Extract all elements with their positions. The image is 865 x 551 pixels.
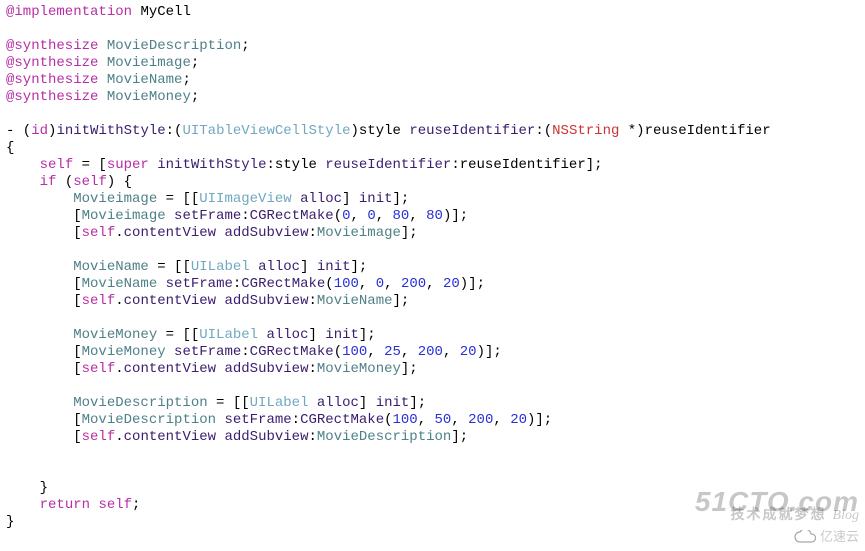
money-var2: MovieMoney (82, 344, 166, 360)
synth-2: MovieName (107, 72, 183, 88)
sel-init2: init (317, 259, 351, 275)
n-n0: 100 (334, 276, 359, 292)
sel-alloc1: alloc (300, 191, 342, 207)
kw-self1: self (40, 157, 74, 173)
kw-synth2: @synthesize (6, 55, 98, 71)
n-i3: 80 (426, 208, 443, 224)
sel-setFrame2: setFrame (166, 276, 233, 292)
n-m1: 25 (384, 344, 401, 360)
sel-init3: init (325, 327, 359, 343)
cg3: CGRectMake (250, 344, 334, 360)
kw-self7: self (98, 497, 132, 513)
n-d2: 200 (468, 412, 493, 428)
img-var: Movieimage (73, 191, 157, 207)
sel-cv1: contentView (124, 225, 216, 241)
name-var2: MovieName (82, 276, 158, 292)
sel-cv4: contentView (124, 429, 216, 445)
sel-initWithStyle: initWithStyle (56, 123, 165, 139)
img-var2: Movieimage (82, 208, 166, 224)
type-nsstring: NSString (552, 123, 619, 139)
n-m3: 20 (460, 344, 477, 360)
kw-self6: self (82, 429, 116, 445)
kw-synth3: @synthesize (6, 72, 98, 88)
kw-impl: @implementation (6, 4, 132, 20)
n-d1: 50 (435, 412, 452, 428)
desc-var2: MovieDescription (82, 412, 216, 428)
name-var: MovieName (73, 259, 149, 275)
kw-synth1: @synthesize (6, 38, 98, 54)
kw-return: return (40, 497, 90, 513)
kw-synth4: @synthesize (6, 89, 98, 105)
arg-reuse: reuseIdentifier (645, 123, 771, 139)
n-m0: 100 (342, 344, 367, 360)
sel-alloc2: alloc (258, 259, 300, 275)
n-i0: 0 (342, 208, 350, 224)
sel-initWithStyle2: initWithStyle (157, 157, 266, 173)
sel-add2: addSubview (224, 293, 308, 309)
kw-self5: self (82, 361, 116, 377)
synth-1: Movieimage (107, 55, 191, 71)
kw-self3: self (82, 225, 116, 241)
sel-cv2: contentView (124, 293, 216, 309)
kw-if: if (40, 174, 57, 190)
n-d0: 100 (393, 412, 418, 428)
n-n1: 0 (376, 276, 384, 292)
cg4: CGRectMake (300, 412, 384, 428)
n-n2: 200 (401, 276, 426, 292)
synth-3: MovieMoney (107, 89, 191, 105)
sel-alloc4: alloc (317, 395, 359, 411)
sel-add1: addSubview (224, 225, 308, 241)
desc-var: MovieDescription (73, 395, 207, 411)
n-n3: 20 (443, 276, 460, 292)
desc-cls: UILabel (250, 395, 309, 411)
n-m2: 200 (418, 344, 443, 360)
sel-reuse: reuseIdentifier (409, 123, 535, 139)
n-d3: 20 (510, 412, 527, 428)
money-cls: UILabel (199, 327, 258, 343)
n-i2: 80 (393, 208, 410, 224)
cg2: CGRectMake (241, 276, 325, 292)
name-cls: UILabel (191, 259, 250, 275)
code-block: @implementation MyCell @synthesize Movie… (0, 0, 865, 535)
sel-setFrame1: setFrame (174, 208, 241, 224)
sel-add4: addSubview (224, 429, 308, 445)
name-var3: MovieName (317, 293, 393, 309)
img-var3: Movieimage (317, 225, 401, 241)
sel-add3: addSubview (224, 361, 308, 377)
synth-0: MovieDescription (107, 38, 241, 54)
ret-type: id (31, 123, 48, 139)
sel-alloc3: alloc (266, 327, 308, 343)
sel-cv3: contentView (124, 361, 216, 377)
sel-setFrame3: setFrame (174, 344, 241, 360)
kw-self2: self (73, 174, 107, 190)
img-cls: UIImageView (199, 191, 291, 207)
type-style: UITableViewCellStyle (182, 123, 350, 139)
kw-self4: self (82, 293, 116, 309)
sel-init4: init (376, 395, 410, 411)
n-i1: 0 (367, 208, 375, 224)
desc-var3: MovieDescription (317, 429, 451, 445)
money-var: MovieMoney (73, 327, 157, 343)
sel-setFrame4: setFrame (224, 412, 291, 428)
money-var3: MovieMoney (317, 361, 401, 377)
kw-super: super (107, 157, 149, 173)
sel-reuse2: reuseIdentifier (325, 157, 451, 173)
class-name: MyCell (140, 4, 190, 20)
sel-init1: init (359, 191, 393, 207)
cg1: CGRectMake (250, 208, 334, 224)
